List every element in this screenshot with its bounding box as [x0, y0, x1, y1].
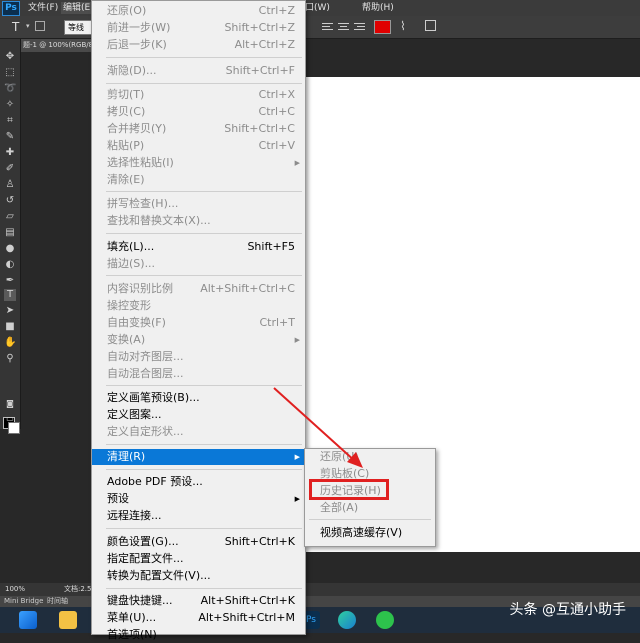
- blur-tool-icon[interactable]: ●: [4, 243, 16, 255]
- edge-browser-icon[interactable]: [338, 611, 356, 629]
- menu-item-auto-blend: 自动混合图层...: [107, 367, 184, 380]
- menu-separator: [106, 83, 302, 84]
- menu-item-spell-check: 拼写检查(H)...: [107, 197, 179, 210]
- menu-item-undo: 还原(O) Ctrl+Z: [107, 4, 295, 17]
- zoom-level[interactable]: 100%: [5, 583, 25, 596]
- menu-separator: [106, 469, 302, 470]
- eraser-icon[interactable]: ▱: [4, 211, 16, 223]
- menu-item-transform: 变换(A) ▶: [107, 333, 300, 346]
- menu-item-find-replace: 查找和替换文本(X)...: [107, 214, 211, 227]
- menu-separator: [106, 588, 302, 589]
- menu-separator: [106, 275, 302, 276]
- doc-info: 文档:2.5: [64, 585, 92, 593]
- eyedropper-icon[interactable]: ✎: [4, 131, 16, 143]
- menu-item-paste: 粘贴(P) Ctrl+V: [107, 139, 295, 152]
- menu-item-copy: 拷贝(C) Ctrl+C: [107, 105, 295, 118]
- watermark: 头条 @互通小助手: [509, 602, 626, 618]
- menu-item-stroke: 描边(S)...: [107, 257, 156, 270]
- gradient-tool-icon[interactable]: ▤: [4, 227, 16, 239]
- text-color-swatch[interactable]: [374, 20, 391, 34]
- menu-item-pdf-presets[interactable]: Adobe PDF 预设...: [92, 474, 305, 490]
- submenu-arrow-icon: ▶: [294, 336, 300, 344]
- menu-item-purge[interactable]: 清理(R) ▶: [92, 449, 305, 465]
- history-brush-icon[interactable]: ↺: [4, 195, 16, 207]
- submenu-arrow-icon: ▶: [294, 159, 300, 167]
- menu-item-auto-align: 自动对齐图层...: [107, 350, 184, 363]
- pen-tool-icon[interactable]: ✒: [4, 275, 16, 287]
- highlight-box: [309, 479, 389, 500]
- file-explorer-icon[interactable]: [59, 611, 77, 629]
- edit-menu: 还原(O) Ctrl+Z 前进一步(W) Shift+Ctrl+Z 后退一步(K) A…: [91, 0, 306, 641]
- type-tool-icon[interactable]: T: [4, 289, 16, 301]
- menu-item-keyboard-shortcuts[interactable]: 键盘快捷键... Alt+Shift+Ctrl+K: [92, 593, 305, 609]
- menu-file[interactable]: 文件(F): [28, 2, 58, 14]
- menu-item-remote-connections[interactable]: 远程连接...: [92, 508, 305, 524]
- tool-preset-chevron-icon[interactable]: ▾: [26, 22, 30, 30]
- orientation-toggle-icon[interactable]: [35, 21, 45, 31]
- tools-panel: ✥ ⬚ ➰ ✧ ⌗ ✎ ✚ ✐ ♙ ↺ ▱ ▤ ● ◐ ✒ T ➤ ■ ✋ ⚲ …: [0, 39, 21, 434]
- menu-item-copy-merged: 合并拷贝(Y) Shift+Ctrl+C: [107, 122, 295, 135]
- screen-mode-icon[interactable]: ▭: [4, 413, 16, 425]
- menu-item-convert-profile[interactable]: 转换为配置文件(V)...: [92, 568, 305, 584]
- menu-separator: [106, 444, 302, 445]
- tab-mini-bridge[interactable]: Mini Bridge: [4, 596, 43, 607]
- shape-tool-icon[interactable]: ■: [4, 321, 16, 333]
- menu-item-free-transform: 自由变换(F) Ctrl+T: [107, 316, 295, 329]
- brush-tool-icon[interactable]: ✐: [4, 163, 16, 175]
- menu-separator: [309, 519, 431, 520]
- menu-item-paste-special: 选择性粘贴(I) ▶: [107, 156, 300, 169]
- menu-item-color-settings[interactable]: 颜色设置(G)... Shift+Ctrl+K: [92, 534, 305, 550]
- menu-separator: [106, 528, 302, 529]
- menu-item-clear: 清除(E): [107, 173, 145, 186]
- crop-tool-icon[interactable]: ⌗: [4, 115, 16, 127]
- wechat-icon[interactable]: [376, 611, 394, 629]
- tab-timeline[interactable]: 时间轴: [47, 596, 68, 607]
- menu-item-define-shape: 定义自定形状...: [107, 425, 184, 438]
- menu-separator: [106, 57, 302, 58]
- menu-item-fill[interactable]: 填充(L)... Shift+F5: [92, 239, 305, 255]
- marquee-tool-icon[interactable]: ⬚: [4, 67, 16, 79]
- menu-item-menus[interactable]: 菜单(U)... Alt+Shift+Ctrl+M: [92, 610, 305, 626]
- menu-item-content-aware-scale: 内容识别比例 Alt+Shift+Ctrl+C: [107, 282, 295, 295]
- menu-item-step-backward: 后退一步(K) Alt+Ctrl+Z: [107, 38, 295, 51]
- type-tool-icon[interactable]: T: [12, 20, 19, 34]
- menu-separator: [106, 233, 302, 234]
- dodge-tool-icon[interactable]: ◐: [4, 259, 16, 271]
- submenu-item-video-cache[interactable]: 视频高速缓存(V): [305, 525, 435, 541]
- submenu-arrow-icon: ▶: [294, 453, 300, 461]
- menu-item-fade: 渐隐(D)... Shift+Ctrl+F: [107, 64, 295, 77]
- submenu-item-all: 全部(A): [320, 501, 359, 514]
- menu-item-define-brush[interactable]: 定义画笔预设(B)...: [92, 390, 305, 406]
- hand-tool-icon[interactable]: ✋: [4, 337, 16, 349]
- submenu-arrow-icon: ▶: [294, 495, 300, 503]
- path-select-icon[interactable]: ➤: [4, 305, 16, 317]
- menu-item-presets[interactable]: 预设 ▶: [92, 491, 305, 507]
- menu-item-define-pattern[interactable]: 定义图案...: [92, 407, 305, 423]
- submenu-item-undo: 还原(U): [320, 450, 359, 463]
- menu-item-puppet-warp: 操控变形: [107, 299, 151, 312]
- zoom-tool-icon[interactable]: ⚲: [4, 353, 16, 365]
- magic-wand-icon[interactable]: ✧: [4, 99, 16, 111]
- align-left-icon[interactable]: [322, 21, 333, 32]
- menu-item-preferences[interactable]: 首选项(N): [92, 627, 305, 643]
- menu-separator: [106, 385, 302, 386]
- align-right-icon[interactable]: [354, 21, 365, 32]
- warp-text-icon[interactable]: ⌇: [400, 19, 406, 33]
- menu-item-assign-profile[interactable]: 指定配置文件...: [92, 551, 305, 567]
- menu-separator: [106, 191, 302, 192]
- lasso-tool-icon[interactable]: ➰: [4, 83, 16, 95]
- photoshop-logo: Ps: [2, 1, 20, 16]
- character-panel-icon[interactable]: [425, 20, 436, 31]
- align-center-icon[interactable]: [338, 21, 349, 32]
- stamp-tool-icon[interactable]: ♙: [4, 179, 16, 191]
- menu-window[interactable]: 口(W): [305, 2, 330, 14]
- menu-help[interactable]: 帮助(H): [362, 2, 394, 14]
- quick-mask-icon[interactable]: ◙: [4, 398, 16, 410]
- healing-brush-icon[interactable]: ✚: [4, 147, 16, 159]
- menu-item-step-forward: 前进一步(W) Shift+Ctrl+Z: [107, 21, 295, 34]
- menu-item-cut: 剪切(T) Ctrl+X: [107, 88, 295, 101]
- windows-start-icon[interactable]: [19, 611, 37, 629]
- move-tool-icon[interactable]: ✥: [4, 51, 16, 63]
